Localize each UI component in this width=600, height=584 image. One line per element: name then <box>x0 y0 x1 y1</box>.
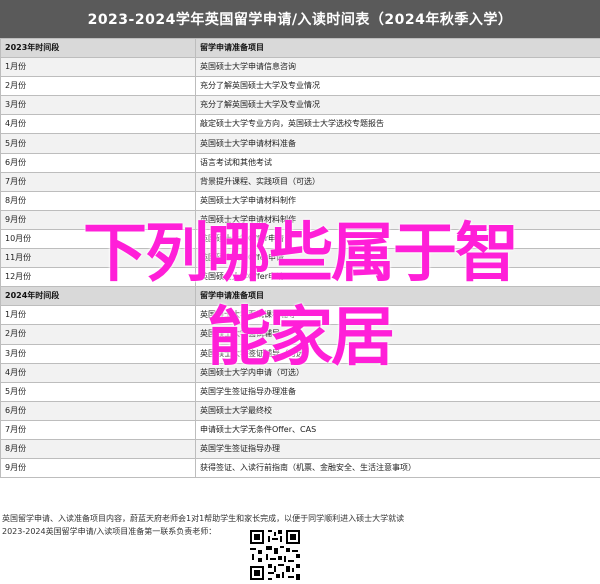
footer-line-1: 英国留学申请、入读准备项目内容，蔚蓝天府老师会1对1帮助学生和家长完成，以便于同… <box>2 514 405 523</box>
header-period: 2023年时间段 <box>0 37 196 59</box>
period-cell: 9月份 <box>0 458 196 479</box>
qr-code-icon <box>248 528 302 582</box>
period-cell: 5月份 <box>0 381 196 402</box>
item-cell: 背景提升课程、实践项目（可选） <box>195 171 600 192</box>
table-row: 1月份 英国硕士大学申请信息咨询 <box>0 57 600 78</box>
period-cell: 6月份 <box>0 152 196 173</box>
overlay-headline-line-2: 能家居 <box>207 301 395 375</box>
table-row: 5月份 英国硕士大学申请材料准备 <box>0 133 600 154</box>
period-cell: 1月份 <box>0 57 196 78</box>
overlay-headline-line-1: 下列哪些属于智 <box>83 217 519 291</box>
table-row: 6月份 语言考试和其他考试 <box>0 152 600 173</box>
table-row: 9月份 获得签证、入读行前指南（机票、金融安全、生活注意事项） <box>0 458 600 479</box>
item-cell: 语言考试和其他考试 <box>195 152 600 173</box>
item-cell: 申请硕士大学无条件Offer、CAS <box>195 419 600 440</box>
period-cell: 4月份 <box>0 114 196 135</box>
item-cell: 充分了解英国硕士大学及专业情况 <box>195 95 600 116</box>
item-cell: 充分了解英国硕士大学及专业情况 <box>195 76 600 97</box>
table-row: 3月份 充分了解英国硕士大学及专业情况 <box>0 95 600 116</box>
period-cell: 3月份 <box>0 95 196 116</box>
period-cell: 8月份 <box>0 438 196 460</box>
item-cell: 英国硕士大学申请材料准备 <box>195 133 600 154</box>
table-row: 4月份 敲定硕士大学专业方向，英国硕士大学选校专题报告 <box>0 114 600 135</box>
header-items: 留学申请准备项目 <box>195 37 600 59</box>
item-cell: 英国学生签证指导办理准备 <box>195 381 600 402</box>
table-row: 5月份 英国学生签证指导办理准备 <box>0 381 600 402</box>
item-cell: 英国硕士大学最终校 <box>195 400 600 421</box>
table-row: 8月份 英国硕士大学申请材料制作 <box>0 190 600 211</box>
table-row: 7月份 背景提升课程、实践项目（可选） <box>0 171 600 192</box>
table-row: 2月份 充分了解英国硕士大学及专业情况 <box>0 76 600 97</box>
period-cell: 2月份 <box>0 76 196 97</box>
period-cell: 5月份 <box>0 133 196 154</box>
table-row: 7月份 申请硕士大学无条件Offer、CAS <box>0 419 600 440</box>
table-header-2023: 2023年时间段 留学申请准备项目 <box>0 37 600 59</box>
item-cell: 英国硕士大学申请信息咨询 <box>195 57 600 78</box>
item-cell: 英国硕士大学申请材料制作 <box>195 190 600 211</box>
item-cell: 获得签证、入读行前指南（机票、金融安全、生活注意事项） <box>195 458 600 479</box>
schedule-document: 2023-2024学年英国留学申请/入读时间表（2024年秋季入学） 2023年… <box>0 0 600 584</box>
table-row: 8月份 英国学生签证指导办理 <box>0 438 600 460</box>
period-cell: 7月份 <box>0 419 196 440</box>
period-cell: 7月份 <box>0 171 196 192</box>
document-title: 2023-2024学年英国留学申请/入读时间表（2024年秋季入学） <box>0 0 600 38</box>
period-cell: 8月份 <box>0 190 196 211</box>
period-cell: 6月份 <box>0 400 196 421</box>
item-cell: 英国学生签证指导办理 <box>195 438 600 460</box>
table-row: 6月份 英国硕士大学最终校 <box>0 400 600 421</box>
item-cell: 敲定硕士大学专业方向，英国硕士大学选校专题报告 <box>195 114 600 135</box>
